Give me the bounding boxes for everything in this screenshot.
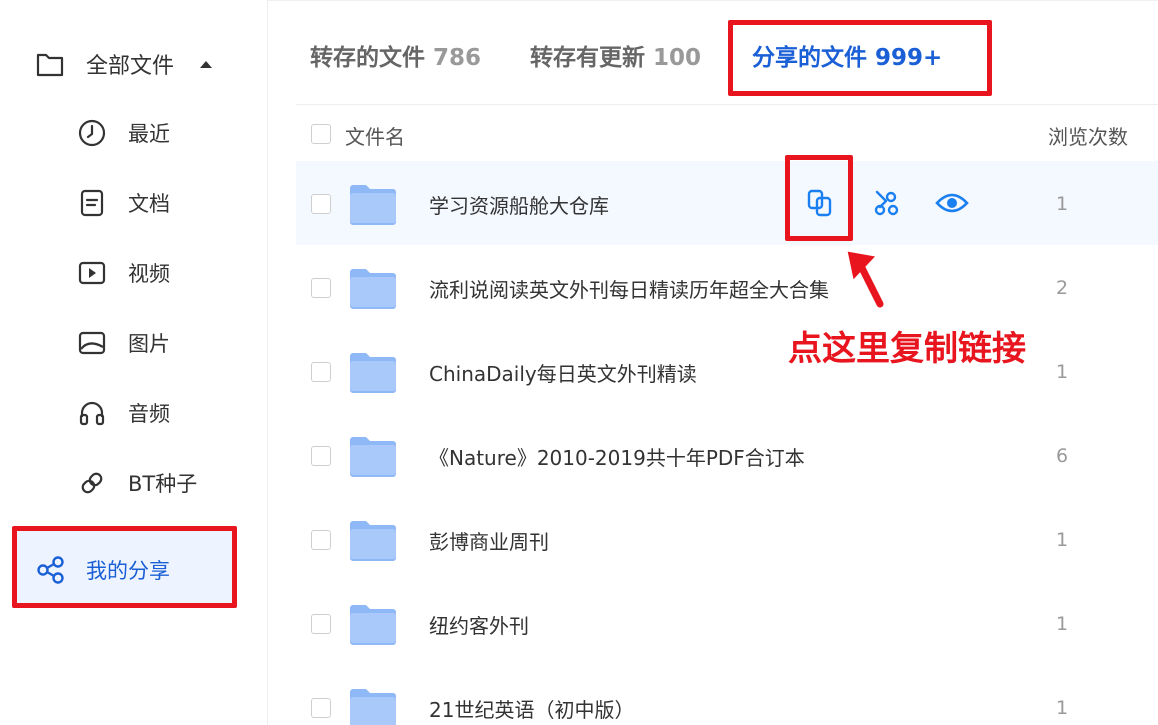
folder-icon bbox=[350, 689, 396, 725]
tab-label: 转存有更新 bbox=[530, 45, 645, 71]
sidebar-item-label: BT种子 bbox=[128, 472, 198, 496]
caret-up-icon[interactable] bbox=[200, 60, 213, 68]
annotation-text: 点这里复制链接 bbox=[788, 329, 1026, 369]
sidebar-item-bt[interactable]: BT种子 bbox=[78, 465, 197, 501]
sidebar-root-label: 全部文件 bbox=[86, 54, 175, 79]
sidebar-item-images[interactable]: 图片 bbox=[78, 325, 170, 361]
view-count: 1 bbox=[1056, 193, 1069, 215]
clock-icon bbox=[78, 119, 106, 147]
cancel-share-icon[interactable] bbox=[868, 185, 904, 221]
sidebar-item-recent[interactable]: 最近 bbox=[78, 115, 170, 151]
tab-label: 转存的文件 bbox=[310, 45, 425, 71]
file-name[interactable]: 彭博商业周刊 bbox=[429, 526, 549, 555]
row-checkbox[interactable] bbox=[311, 698, 331, 718]
file-name[interactable]: ChinaDaily每日英文外刊精读 bbox=[429, 358, 697, 387]
column-header-name[interactable]: 文件名 bbox=[345, 121, 405, 150]
row-checkbox[interactable] bbox=[311, 362, 331, 382]
row-checkbox[interactable] bbox=[311, 278, 331, 298]
row-checkbox[interactable] bbox=[311, 614, 331, 634]
copy-highlight-box bbox=[785, 155, 853, 241]
sidebar-item-label: 文档 bbox=[128, 192, 170, 216]
header-divider bbox=[296, 104, 1158, 105]
select-all-checkbox[interactable] bbox=[311, 124, 331, 144]
folder-icon bbox=[350, 185, 396, 225]
folder-icon bbox=[350, 437, 396, 477]
file-name[interactable]: 21世纪英语（初中版） bbox=[429, 694, 634, 723]
sidebar: 全部文件 最近 文档 视频 图片 音频 BT种子 我的分享 bbox=[0, 0, 268, 725]
column-header-views[interactable]: 浏览次数 bbox=[1048, 121, 1128, 150]
table-row[interactable]: 《Nature》2010-2019共十年PDF合订本 6 bbox=[296, 413, 1158, 497]
folder-icon bbox=[350, 605, 396, 645]
folder-icon bbox=[350, 353, 396, 393]
table-row[interactable]: 流利说阅读英文外刊每日精读历年超全大合集 2 bbox=[296, 245, 1158, 329]
tab-count: 786 bbox=[433, 45, 482, 71]
view-count: 1 bbox=[1056, 697, 1069, 719]
view-count: 6 bbox=[1056, 445, 1069, 467]
file-name[interactable]: 流利说阅读英文外刊每日精读历年超全大合集 bbox=[429, 274, 829, 303]
video-icon bbox=[78, 259, 106, 287]
sidebar-item-label: 最近 bbox=[128, 122, 170, 146]
view-count: 2 bbox=[1056, 277, 1069, 299]
sidebar-item-my-share[interactable]: 我的分享 bbox=[36, 552, 170, 588]
sidebar-item-audio[interactable]: 音频 bbox=[78, 395, 170, 431]
folder-icon bbox=[350, 269, 396, 309]
tab-highlight-box bbox=[728, 20, 992, 96]
folder-icon bbox=[36, 51, 64, 77]
sidebar-item-documents[interactable]: 文档 bbox=[78, 185, 170, 221]
tab-count: 100 bbox=[653, 45, 702, 71]
table-row[interactable]: 21世纪英语（初中版） 1 bbox=[296, 665, 1158, 725]
sidebar-item-videos[interactable]: 视频 bbox=[78, 255, 170, 291]
row-checkbox[interactable] bbox=[311, 530, 331, 550]
sidebar-item-label: 视频 bbox=[128, 262, 170, 286]
sidebar-item-label: 图片 bbox=[128, 332, 170, 356]
table-row[interactable]: 彭博商业周刊 1 bbox=[296, 497, 1158, 581]
folder-icon bbox=[350, 521, 396, 561]
view-count: 1 bbox=[1056, 613, 1069, 635]
sidebar-item-label: 我的分享 bbox=[86, 559, 170, 583]
table-row[interactable]: 学习资源船舱大仓库 1 bbox=[296, 161, 1158, 245]
view-count: 1 bbox=[1056, 361, 1069, 383]
row-checkbox[interactable] bbox=[311, 194, 331, 214]
view-count: 1 bbox=[1056, 529, 1069, 551]
image-icon bbox=[78, 329, 106, 357]
eye-icon[interactable] bbox=[934, 185, 970, 221]
tab-saved-files[interactable]: 转存的文件 786 bbox=[310, 38, 481, 72]
headphones-icon bbox=[78, 399, 106, 427]
link-icon bbox=[78, 469, 106, 497]
tab-saved-updated[interactable]: 转存有更新 100 bbox=[530, 38, 701, 72]
sidebar-item-label: 音频 bbox=[128, 402, 170, 426]
file-name[interactable]: 《Nature》2010-2019共十年PDF合订本 bbox=[429, 442, 805, 471]
row-checkbox[interactable] bbox=[311, 446, 331, 466]
file-name[interactable]: 纽约客外刊 bbox=[429, 610, 529, 639]
sidebar-item-all-files[interactable]: 全部文件 bbox=[36, 46, 213, 82]
file-name[interactable]: 学习资源船舱大仓库 bbox=[429, 190, 609, 219]
red-arrow-icon bbox=[847, 251, 884, 308]
table-row[interactable]: ChinaDaily每日英文外刊精读 1 bbox=[296, 329, 1158, 413]
table-row[interactable]: 纽约客外刊 1 bbox=[296, 581, 1158, 665]
document-icon bbox=[78, 189, 106, 217]
share-icon bbox=[36, 555, 66, 585]
